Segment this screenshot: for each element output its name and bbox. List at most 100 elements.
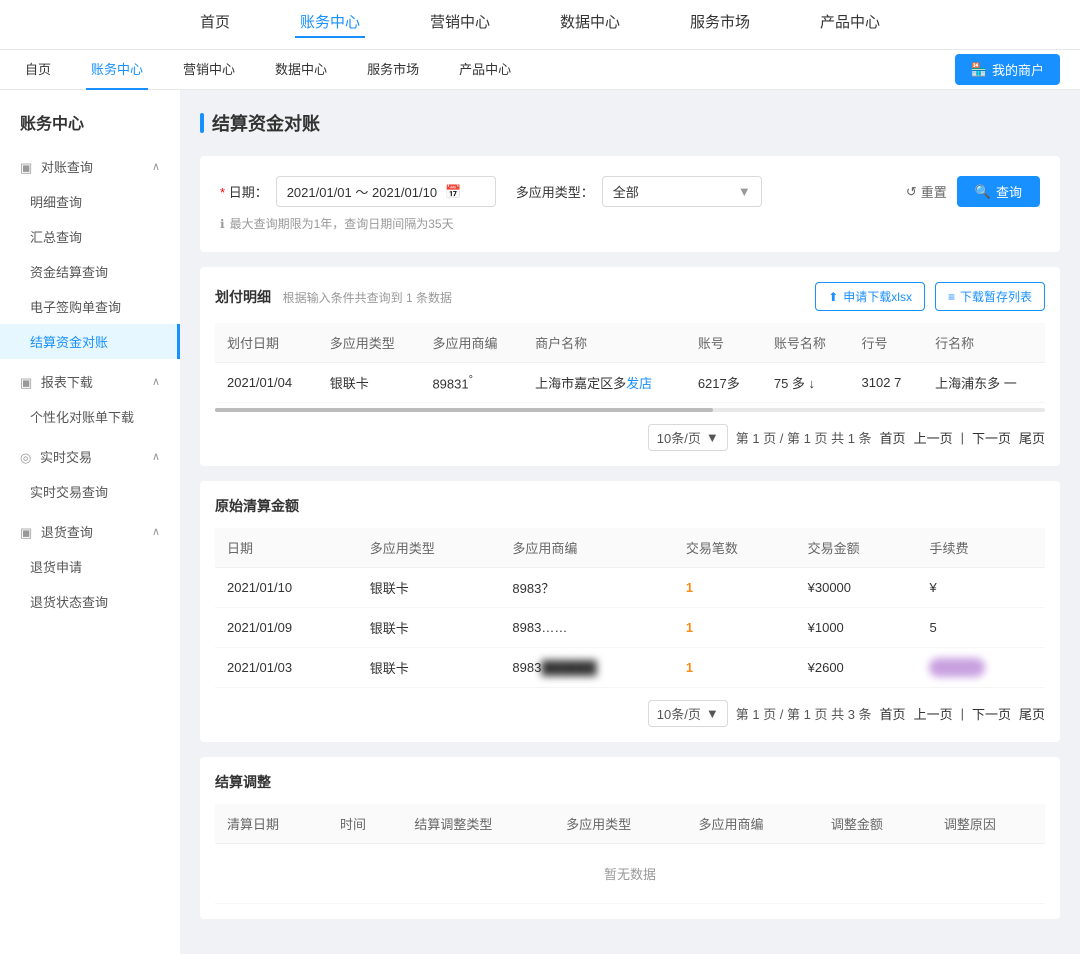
cell-clear-count-2: 1 [674,608,796,648]
sidebar-group-realtime-header[interactable]: ◎ 实时交易 ∧ [0,439,180,474]
search-button[interactable]: 🔍 查询 [957,176,1040,207]
sidebar-group-reconciliation: ▣ 对账查询 ∧ 明细查询 汇总查询 资金结算查询 电子签购单查询 结算资金对账 [0,149,180,359]
list-icon: ≡ [948,290,955,304]
sub-nav-finance[interactable]: 账务中心 [86,50,148,90]
my-merchant-button[interactable]: 🏪 我的商户 [955,54,1060,85]
col-merchant-name: 商户名称 [523,323,686,363]
cell-bank-name: 上海浦东多 一 [923,363,1045,403]
table-row: 2021/01/10 银联卡 8983？ 1 ¥30000 ¥ [215,568,1045,608]
sidebar-group-realtime: ◎ 实时交易 ∧ 实时交易查询 [0,439,180,509]
sidebar-group-reconciliation-header[interactable]: ▣ 对账查询 ∧ [0,149,180,184]
pagination-info: 第 1 页 / 第 1 页 共 1 条 [736,428,872,447]
col-adj-clear-date: 清算日期 [215,804,328,844]
date-input[interactable]: 2021/01/01 ～ 2021/01/10 📅 [276,176,496,207]
sidebar-item-custom-download[interactable]: 个性化对账单下载 [0,399,180,434]
cell-clear-amount-2: ¥1000 [796,608,918,648]
col-bank-name: 行名称 [923,323,1045,363]
col-clear-app-type: 多应用类型 [358,528,501,568]
first-page-link[interactable]: 首页 [880,428,906,447]
main-content: 结算资金对账 * 日期： 2021/01/01 ～ 2021/01/10 📅 多… [180,90,1080,954]
cell-merchant-name: 上海市嘉定区多发店 [523,363,686,403]
sidebar-group-refund-header[interactable]: ▣ 退货查询 ∧ [0,514,180,549]
page-title-container: 结算资金对账 [200,110,1060,136]
clearing-page-arrow: ▼ [706,706,719,721]
payment-detail-header: 划付明细 根据输入条件共查询到 1 条数据 ⬆ 申请下载xlsx ≡ 下载暂存列… [215,282,1045,311]
prev-page-link[interactable]: 上一页 [914,428,953,447]
download-list-button[interactable]: ≡ 下载暂存列表 [935,282,1045,311]
sidebar-item-settlement-reconciliation[interactable]: 结算资金对账 [0,324,180,359]
sub-nav-product[interactable]: 产品中心 [454,50,516,90]
cell-clear-amount-3: ¥2600 [796,648,918,688]
table-row: 2021/01/04 银联卡 89831° 上海市嘉定区多发店 6217多 75… [215,363,1045,403]
adjustment-table: 清算日期 时间 结算调整类型 多应用类型 多应用商编 调整金额 调整原因 暂无数… [215,804,1045,904]
sidebar-item-summary-query[interactable]: 汇总查询 [0,219,180,254]
sidebar-group-reconciliation-label: 对账查询 [41,160,93,175]
report-folder-icon: ▣ [20,375,32,390]
col-adj-app-type: 多应用类型 [554,804,686,844]
nav-finance[interactable]: 账务中心 [295,11,365,38]
clearing-amount-section: 原始清算金额 日期 多应用类型 多应用商编 交易笔数 交易金额 手续费 2021… [200,481,1060,742]
nav-home[interactable]: 首页 [195,11,235,38]
horizontal-scrollbar[interactable] [215,408,1045,412]
col-clear-app-code: 多应用商编 [500,528,673,568]
col-clear-count: 交易笔数 [674,528,796,568]
col-adj-app-code: 多应用商编 [687,804,819,844]
scroll-thumb [215,408,713,412]
col-adj-reason: 调整原因 [932,804,1045,844]
table-row: 2021/01/09 银联卡 8983…… 1 ¥1000 5 [215,608,1045,648]
col-app-code: 多应用商编 [420,323,523,363]
nav-data[interactable]: 数据中心 [555,11,625,38]
download-xlsx-button[interactable]: ⬆ 申请下载xlsx [815,282,925,311]
payment-detail-table: 划付日期 多应用类型 多应用商编 商户名称 账号 账号名称 行号 行名称 202… [215,323,1045,403]
sidebar-title: 账务中心 [0,110,180,149]
table-row: 2021/01/03 银联卡 8983██████ 1 ¥2600 ●●● [215,648,1045,688]
sidebar-item-refund-status[interactable]: 退货状态查询 [0,584,180,619]
page-size-arrow: ▼ [706,430,719,445]
col-clear-date: 日期 [215,528,358,568]
nav-product[interactable]: 产品中心 [815,11,885,38]
select-arrow-icon: ▼ [738,184,751,199]
last-page-link[interactable]: 尾页 [1019,428,1045,447]
app-type-select[interactable]: 全部 ▼ [602,176,762,207]
sidebar-item-esign-query[interactable]: 电子签购单查询 [0,289,180,324]
clearing-last-page[interactable]: 尾页 [1019,704,1045,723]
cell-clear-date-1: 2021/01/10 [215,568,358,608]
refund-chevron-icon: ∧ [152,525,160,538]
sub-nav-service[interactable]: 服务市场 [362,50,424,90]
download-icon: ⬆ [828,290,838,304]
payment-detail-section: 划付明细 根据输入条件共查询到 1 条数据 ⬆ 申请下载xlsx ≡ 下载暂存列… [200,267,1060,466]
nav-service[interactable]: 服务市场 [685,11,755,38]
clearing-first-page[interactable]: 首页 [880,704,906,723]
clearing-amount-table: 日期 多应用类型 多应用商编 交易笔数 交易金额 手续费 2021/01/10 … [215,528,1045,688]
clearing-page-size-select[interactable]: 10条/页 ▼ [648,700,728,727]
cell-clear-fee-2: 5 [917,608,1045,648]
sub-nav-marketing[interactable]: 营销中心 [178,50,240,90]
payment-detail-subtitle: 根据输入条件共查询到 1 条数据 [283,291,452,305]
reset-button[interactable]: ↺ 重置 [906,182,947,201]
sidebar-group-report-header[interactable]: ▣ 报表下载 ∧ [0,364,180,399]
clearing-prev-page[interactable]: 上一页 [914,704,953,723]
page-title: 结算资金对账 [212,110,320,136]
sub-nav-data[interactable]: 数据中心 [270,50,332,90]
sub-nav-home[interactable]: 自页 [20,50,56,90]
sidebar-item-realtime-query[interactable]: 实时交易查询 [0,474,180,509]
app-type-label: 多应用类型： [516,182,594,201]
sidebar-item-detail-query[interactable]: 明细查询 [0,184,180,219]
my-merchant-label: 我的商户 [992,60,1044,79]
cell-clear-type-1: 银联卡 [358,568,501,608]
cell-clear-date-3: 2021/01/03 [215,648,358,688]
sidebar-item-fund-settlement[interactable]: 资金结算查询 [0,254,180,289]
cell-date: 2021/01/04 [215,363,318,403]
clearing-separator: | [961,706,964,721]
search-panel: * 日期： 2021/01/01 ～ 2021/01/10 📅 多应用类型： 全… [200,156,1060,252]
calendar-icon: 📅 [445,184,461,200]
date-label: * 日期： [220,182,268,201]
search-row: * 日期： 2021/01/01 ～ 2021/01/10 📅 多应用类型： 全… [220,176,1040,207]
search-icon: 🔍 [975,184,991,200]
clearing-next-page[interactable]: 下一页 [972,704,1011,723]
sidebar-item-refund-apply[interactable]: 退货申请 [0,549,180,584]
next-page-link[interactable]: 下一页 [972,428,1011,447]
page-size-select[interactable]: 10条/页 ▼ [648,424,728,451]
nav-marketing[interactable]: 营销中心 [425,11,495,38]
col-clear-amount: 交易金额 [796,528,918,568]
